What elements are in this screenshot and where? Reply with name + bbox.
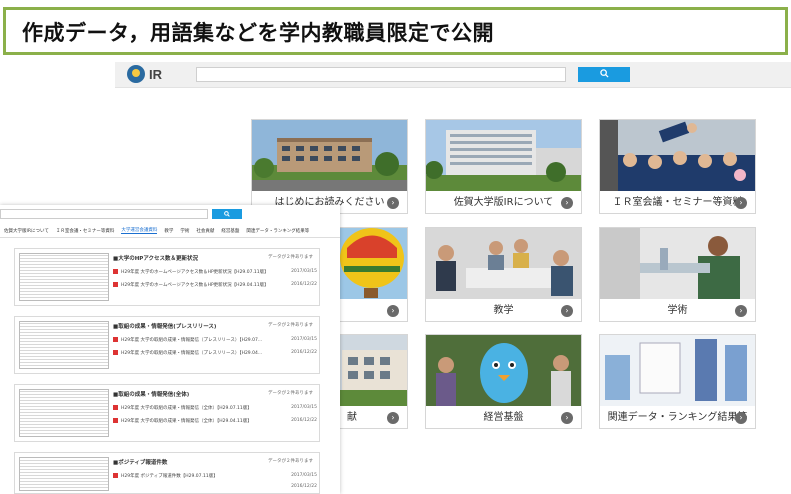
data-card[interactable]: ■大学のHPアクセス数＆更新状況 データが２件あります H29年度 大学のホーム…	[14, 248, 320, 306]
site-header: IR	[115, 62, 791, 88]
arrow-right-icon: ›	[561, 197, 573, 209]
nav-item[interactable]: 関連データ・ランキング結果等	[246, 228, 309, 234]
arrow-right-icon: ›	[387, 197, 399, 209]
tile-label: 佐賀大学版IRについて	[453, 197, 554, 208]
nav-item[interactable]: 経営基盤	[221, 228, 239, 234]
file-row[interactable]: H29年度 大学の取組の成果・情報発信（プレスリリース）【H29.07... 2…	[113, 337, 317, 345]
tile-photo-modern-building	[426, 120, 581, 191]
pdf-icon	[113, 350, 118, 355]
tile-label: 関連データ・ランキング結果等	[607, 412, 748, 423]
report-thumbnail	[19, 389, 109, 437]
pdf-icon	[113, 418, 118, 423]
file-name: H29年度 大学の取組の成果・情報発信（全体）【H29.07.11版】	[121, 406, 252, 411]
pdf-icon	[113, 269, 118, 274]
card-title: ■大学のHPアクセス数＆更新状況	[113, 256, 199, 262]
arrow-right-icon: ›	[735, 412, 747, 424]
search-icon	[599, 69, 609, 78]
file-date: 2016/12/22	[291, 350, 317, 355]
arrow-right-icon: ›	[735, 197, 747, 209]
nav-item[interactable]: ＩＲ室会議・セミナー等資料	[56, 228, 115, 234]
file-row[interactable]: H29年度 大学の取組の成果・情報発信（プレスリリース）【H29.04... 2…	[113, 350, 317, 358]
arrow-right-icon: ›	[735, 305, 747, 317]
search-button[interactable]	[578, 67, 630, 82]
file-row[interactable]: H29年度 ポジティブ報道件数【H29.07.11版】 2017/03/15	[113, 473, 317, 481]
file-name: H29年度 大学の取組の成果・情報発信（全体）【H29.04.11版】	[121, 419, 252, 424]
tile-label: 学術	[667, 305, 688, 316]
nav-item-active[interactable]: 大学運営会議資料	[121, 227, 158, 234]
nav-item[interactable]: 佐賀大学版IRについて	[4, 228, 49, 234]
pdf-icon	[113, 337, 118, 342]
tile-photo-classroom	[426, 228, 581, 299]
file-name: H29年度 ポジティブ報道件数【H29.07.11版】	[121, 474, 218, 479]
logo-icon	[127, 65, 145, 83]
nav-item[interactable]: 学術	[180, 228, 189, 234]
tile-photo-mascot	[426, 335, 581, 406]
report-thumbnail	[19, 321, 109, 369]
file-date: 2016/12/22	[291, 282, 317, 287]
nav-item[interactable]: 社会貢献	[196, 228, 214, 234]
report-thumbnail	[19, 457, 109, 491]
tile-photo-art-studio	[600, 335, 755, 406]
pdf-icon	[113, 473, 118, 478]
title-banner: 作成データ，用語集などを学内教職員限定で公開	[3, 7, 788, 55]
arrow-right-icon: ›	[387, 412, 399, 424]
tile-photo-building	[252, 120, 407, 191]
file-date: 2016/12/22	[291, 418, 317, 423]
logo-text: IR	[149, 66, 162, 82]
card-count: データが２件あります	[268, 391, 313, 396]
tile-related-data[interactable]: 関連データ・ランキング結果等 ›	[599, 334, 756, 429]
search-input[interactable]	[196, 67, 566, 82]
subpage-search-input[interactable]	[0, 209, 208, 219]
arrow-right-icon: ›	[561, 305, 573, 317]
file-name: H29年度 大学の取組の成果・情報発信（プレスリリース）【H29.04...	[121, 351, 263, 356]
tile-about-ir[interactable]: 佐賀大学版IRについて ›	[425, 119, 582, 214]
tile-research[interactable]: 学術 ›	[599, 227, 756, 322]
tile-ir-meetings[interactable]: ＩＲ室会議・セミナー等資料 ›	[599, 119, 756, 214]
file-row[interactable]: H29年度 大学のホームページアクセス数＆HP更新状況【H29.07.11版】 …	[113, 269, 317, 277]
search-icon	[224, 211, 230, 217]
file-row[interactable]: H29年度 大学のホームページアクセス数＆HP更新状況【H29.04.11版】 …	[113, 282, 317, 290]
file-date: 2017/03/15	[291, 269, 317, 274]
file-date: 2016/12/22	[291, 484, 317, 489]
subpage-nav: 佐賀大学版IRについて ＩＲ室会議・セミナー等資料 大学運営会議資料 教学 学術…	[0, 224, 340, 238]
tile-management[interactable]: 経営基盤 ›	[425, 334, 582, 429]
card-title: ■取組の成果・情報発信(全体)	[113, 392, 190, 398]
subpage-screenshot: 佐賀大学版IRについて ＩＲ室会議・セミナー等資料 大学運営会議資料 教学 学術…	[0, 205, 340, 494]
data-card[interactable]: ■取組の成果・情報発信(全体) データが２件あります H29年度 大学の取組の成…	[14, 384, 320, 442]
tile-education[interactable]: 教学 ›	[425, 227, 582, 322]
file-row[interactable]: 2016/12/22	[113, 484, 317, 492]
tile-photo-laboratory	[600, 228, 755, 299]
tile-photo-celebration	[600, 120, 755, 191]
tile-read-first[interactable]: はじめにお読みください ›	[251, 119, 408, 214]
nav-item[interactable]: 教学	[164, 228, 173, 234]
file-name: H29年度 大学のホームページアクセス数＆HP更新状況【H29.04.11版】	[121, 283, 269, 288]
site-logo[interactable]: IR	[127, 65, 162, 83]
file-row[interactable]: H29年度 大学の取組の成果・情報発信（全体）【H29.04.11版】 2016…	[113, 418, 317, 426]
card-title: ■取組の成果・情報発信(プレスリリース)	[113, 324, 217, 330]
file-name: H29年度 大学の取組の成果・情報発信（プレスリリース）【H29.07...	[121, 338, 263, 343]
file-name: H29年度 大学のホームページアクセス数＆HP更新状況【H29.07.11版】	[121, 270, 269, 275]
tile-label: ＩＲ室会議・セミナー等資料	[612, 197, 743, 208]
file-row[interactable]: H29年度 大学の取組の成果・情報発信（全体）【H29.07.11版】 2017…	[113, 405, 317, 413]
data-card[interactable]: ■ポジティブ報道件数 データが２件あります H29年度 ポジティブ報道件数【H2…	[14, 452, 320, 494]
tile-label: 教学	[493, 305, 514, 316]
report-thumbnail	[19, 253, 109, 301]
card-count: データが２件あります	[268, 255, 313, 260]
arrow-right-icon: ›	[387, 305, 399, 317]
card-count: データが２件あります	[268, 459, 313, 464]
card-count: データが２件あります	[268, 323, 313, 328]
arrow-right-icon: ›	[561, 412, 573, 424]
file-date: 2017/03/15	[291, 405, 317, 410]
data-card[interactable]: ■取組の成果・情報発信(プレスリリース) データが２件あります H29年度 大学…	[14, 316, 320, 374]
file-date: 2017/03/15	[291, 473, 317, 478]
pdf-icon	[113, 405, 118, 410]
subpage-search-button[interactable]	[212, 209, 242, 219]
tile-label: 経営基盤	[483, 412, 524, 423]
pdf-icon	[113, 282, 118, 287]
file-date: 2017/03/15	[291, 337, 317, 342]
card-title: ■ポジティブ報道件数	[113, 460, 168, 466]
banner-title: 作成データ，用語集などを学内教職員限定で公開	[22, 20, 494, 45]
